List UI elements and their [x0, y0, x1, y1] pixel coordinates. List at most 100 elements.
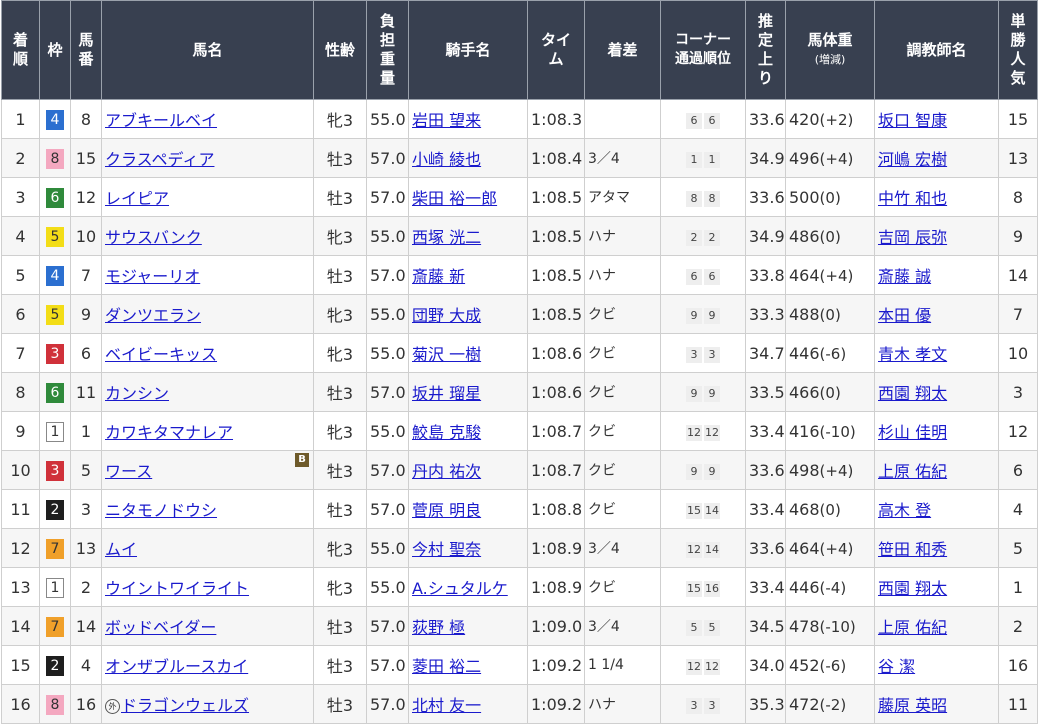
- trainer-link[interactable]: 本田 優: [878, 306, 931, 325]
- trainer-link[interactable]: 上原 佑紀: [878, 462, 947, 481]
- popularity-cell: 13: [998, 138, 1038, 178]
- popularity-cell: 1: [998, 567, 1038, 607]
- rank-cell: 16: [1, 684, 40, 724]
- trainer-link[interactable]: 中竹 和也: [878, 189, 947, 208]
- frame-cell: 2: [39, 489, 71, 529]
- horse-name-link[interactable]: ダンツエラン: [105, 306, 201, 325]
- horse-name-link[interactable]: クラスペディア: [105, 150, 214, 169]
- jockey-link[interactable]: 菅原 明良: [412, 501, 481, 520]
- trainer-link[interactable]: 西園 翔太: [878, 579, 947, 598]
- jockey-link[interactable]: 荻野 極: [412, 618, 465, 637]
- sex-age-cell: 牡3: [313, 138, 367, 178]
- horse-name-link[interactable]: カンシン: [105, 384, 169, 403]
- jockey-cell: 菅原 明良: [408, 489, 528, 529]
- body-weight-diff: (0): [819, 383, 841, 402]
- body-weight: 486: [789, 226, 820, 246]
- margin-cell: クビ: [584, 372, 661, 412]
- carried-weight-cell: 57.0: [366, 684, 409, 724]
- horse-name-link[interactable]: ボッドベイダー: [105, 618, 216, 637]
- horse-name-link[interactable]: ムイ: [105, 540, 137, 559]
- jockey-link[interactable]: 今村 聖奈: [412, 540, 481, 559]
- corner-cell: 66: [660, 99, 746, 139]
- sex-age-cell: 牡3: [313, 684, 367, 724]
- horse-name-link[interactable]: アブキールベイ: [105, 111, 217, 130]
- trainer-link[interactable]: 高木 登: [878, 501, 931, 520]
- rank-cell: 8: [1, 372, 40, 412]
- frame-badge: 4: [46, 265, 64, 286]
- header-horse-number: 馬番: [70, 0, 102, 100]
- trainer-link[interactable]: 河嶋 宏樹: [878, 150, 947, 169]
- body-weight-diff: (0): [819, 500, 841, 519]
- body-weight: 498: [789, 460, 820, 480]
- table-row: 15 2 4 オンザブルースカイ 牡3 57.0 菱田 裕二 1:09.2 1 1/4 12 12 3…: [1, 645, 1038, 685]
- jockey-cell: A.シュタルケ: [408, 567, 528, 607]
- frame-cell: 6: [39, 372, 71, 412]
- jockey-cell: 今村 聖奈: [408, 528, 528, 568]
- jockey-link[interactable]: 菊沢 一樹: [412, 345, 481, 364]
- corner-position: 6: [686, 113, 702, 129]
- corner-position: 9: [704, 464, 720, 480]
- jockey-link[interactable]: 菱田 裕二: [412, 657, 481, 676]
- frame-cell: 7: [39, 528, 71, 568]
- jockey-link[interactable]: 柴田 裕一郎: [412, 189, 497, 208]
- trainer-link[interactable]: 西園 翔太: [878, 384, 947, 403]
- jockey-link[interactable]: 斎藤 新: [412, 267, 465, 286]
- horse-name-link[interactable]: サウスバンク: [105, 228, 202, 247]
- horse-name-link[interactable]: ウイントワイライト: [105, 579, 249, 598]
- carried-weight-cell: 55.0: [366, 99, 409, 139]
- table-row: 5 4 7 モジャーリオ 牡3 57.0 斎藤 新 1:08.5 ハナ 6 6 33.8 464(+4)…: [1, 255, 1038, 295]
- trainer-cell: 吉岡 辰弥: [874, 216, 999, 256]
- margin-cell: ハナ: [584, 684, 661, 724]
- jockey-link[interactable]: 団野 大成: [412, 306, 481, 325]
- carried-weight-cell: 57.0: [366, 177, 409, 217]
- margin-cell: 3／4: [584, 606, 661, 646]
- blinker-icon: B: [295, 453, 309, 467]
- jockey-link[interactable]: 小崎 綾也: [412, 150, 481, 169]
- body-weight: 446: [789, 577, 820, 597]
- trainer-link[interactable]: 斎藤 誠: [878, 267, 931, 286]
- horse-name-link[interactable]: モジャーリオ: [105, 267, 200, 286]
- horse-name-link[interactable]: オンザブルースカイ: [105, 657, 248, 676]
- frame-badge: 8: [46, 148, 64, 169]
- trainer-link[interactable]: 杉山 佳明: [878, 423, 947, 442]
- last3f-cell: 33.6: [745, 450, 786, 490]
- jockey-link[interactable]: A.シュタルケ: [412, 579, 508, 598]
- jockey-cell: 荻野 極: [408, 606, 528, 646]
- jockey-link[interactable]: 北村 友一: [412, 696, 481, 715]
- trainer-link[interactable]: 坂口 智康: [878, 111, 947, 130]
- margin-cell: クビ: [584, 294, 661, 334]
- time-cell: 1:08.3: [527, 99, 585, 139]
- horse-number-cell: 3: [70, 489, 102, 529]
- jockey-link[interactable]: 岩田 望来: [412, 111, 481, 130]
- horse-name-link[interactable]: ニタモノドウシ: [105, 501, 217, 520]
- horse-name-link[interactable]: カワキタマナレア: [105, 423, 233, 442]
- horse-name-link[interactable]: レイピア: [105, 189, 169, 208]
- margin-cell: [584, 99, 661, 139]
- jockey-cell: 坂井 瑠星: [408, 372, 528, 412]
- trainer-link[interactable]: 青木 孝文: [878, 345, 947, 364]
- corner-position: 9: [686, 464, 702, 480]
- jockey-link[interactable]: 鮫島 克駿: [412, 423, 481, 442]
- horse-name-link[interactable]: ベイビーキッス: [105, 345, 217, 364]
- jockey-link[interactable]: 坂井 瑠星: [412, 384, 481, 403]
- last3f-cell: 33.4: [745, 567, 786, 607]
- jockey-link[interactable]: 西塚 洸二: [412, 228, 481, 247]
- last3f-cell: 34.7: [745, 333, 786, 373]
- horse-name-cell: 外ドラゴンウェルズ: [101, 684, 314, 724]
- horse-name-cell: ワース B: [101, 450, 314, 490]
- jockey-link[interactable]: 丹内 祐次: [412, 462, 481, 481]
- popularity-cell: 15: [998, 99, 1038, 139]
- trainer-link[interactable]: 谷 潔: [878, 657, 915, 676]
- trainer-link[interactable]: 藤原 英昭: [878, 696, 947, 715]
- table-row: 3 6 12 レイピア 牡3 57.0 柴田 裕一郎 1:08.5 アタマ 8 8 33.6 500(0…: [1, 177, 1038, 217]
- horse-name-link[interactable]: ワース: [105, 462, 152, 481]
- trainer-link[interactable]: 吉岡 辰弥: [878, 228, 947, 247]
- header-body-weight: 馬体重 (増減): [785, 0, 875, 100]
- horse-name-link[interactable]: ドラゴンウェルズ: [121, 696, 249, 715]
- last3f-cell: 33.5: [745, 372, 786, 412]
- trainer-link[interactable]: 上原 佑紀: [878, 618, 947, 637]
- sex-age-cell: 牡3: [313, 255, 367, 295]
- jockey-cell: 鮫島 克駿: [408, 411, 528, 451]
- time-cell: 1:08.5: [527, 294, 585, 334]
- trainer-link[interactable]: 笹田 和秀: [878, 540, 947, 559]
